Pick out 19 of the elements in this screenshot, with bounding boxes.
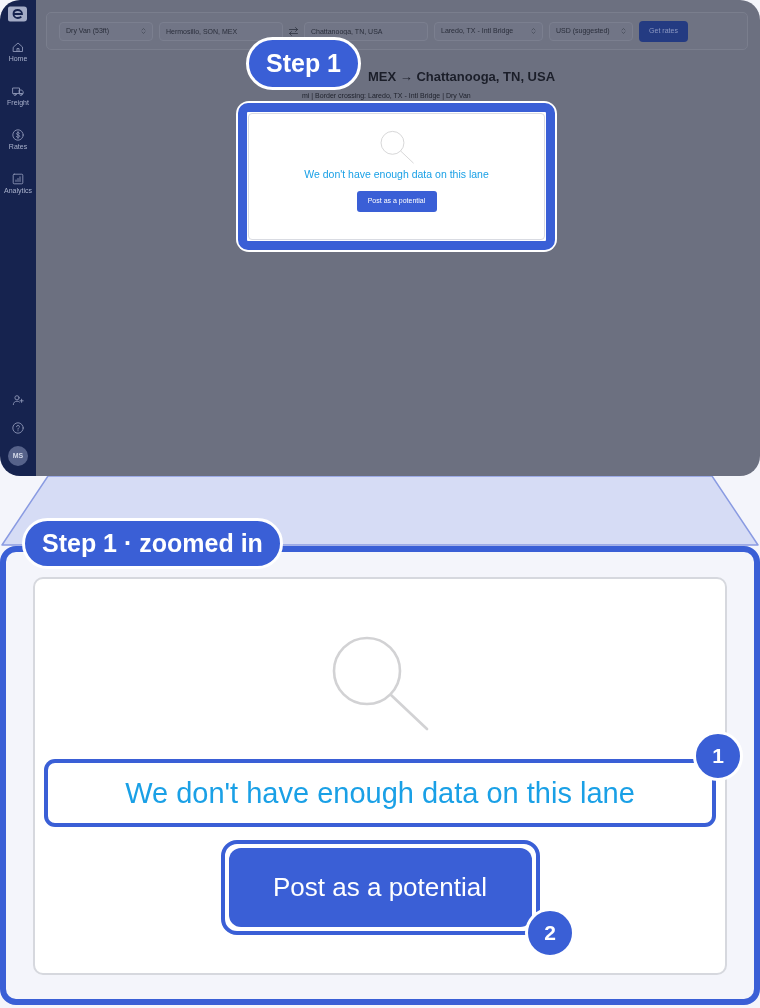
empty-state-message: We don't have enough data on this lane — [304, 168, 489, 180]
empty-state-message: We don't have enough data on this lane — [125, 776, 635, 810]
bar-chart-icon — [12, 173, 24, 185]
updown-chevron-icon — [621, 27, 626, 35]
add-user-icon[interactable] — [12, 394, 24, 406]
lane-title: MEX → Chattanooga, TN, USA — [368, 69, 556, 84]
updown-chevron-icon — [141, 27, 146, 35]
dollar-icon — [12, 129, 24, 141]
swap-icon[interactable] — [288, 25, 299, 37]
truck-icon — [12, 85, 24, 97]
post-potential-button[interactable]: Post as a potential — [228, 848, 532, 927]
step-label: Step 1 · zoomed in — [22, 518, 283, 569]
step-label: Step 1 — [246, 37, 362, 90]
logo-icon[interactable] — [7, 5, 29, 23]
search-icon — [379, 130, 414, 164]
home-icon — [12, 41, 24, 53]
search-icon — [331, 635, 429, 731]
help-icon[interactable] — [12, 422, 24, 434]
updown-chevron-icon — [531, 27, 536, 35]
